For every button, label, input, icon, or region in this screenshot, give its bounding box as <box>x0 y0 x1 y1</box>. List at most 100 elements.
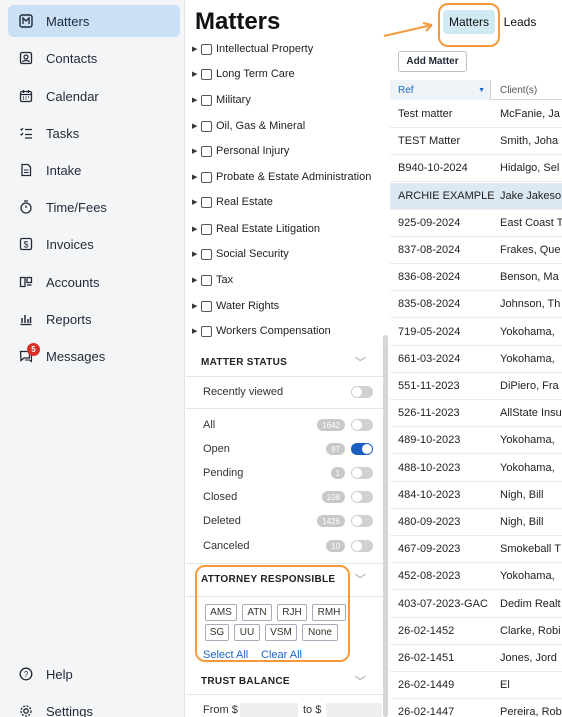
practice-area-item[interactable]: ▶ Oil, Gas & Mineral <box>186 115 386 137</box>
practice-area-item[interactable]: ▶ Probate & Estate Administration <box>186 166 386 188</box>
tab-matters[interactable]: Matters <box>443 10 495 34</box>
attorney-chip-ams[interactable]: AMS <box>205 604 237 621</box>
attorney-chip-none[interactable]: None <box>302 624 338 641</box>
chevron-right-icon[interactable]: ▶ <box>192 276 199 284</box>
table-row[interactable]: 26-02-1449 El <box>390 672 562 700</box>
table-row[interactable]: 836-08-2024 Benson, Ma <box>390 264 562 292</box>
clear-all-link[interactable]: Clear All <box>261 649 302 661</box>
chevron-right-icon[interactable]: ▶ <box>192 173 199 181</box>
trust-from-input[interactable] <box>240 703 298 717</box>
practice-area-item[interactable]: ▶ Water Rights <box>186 295 386 317</box>
sidebar-item-messages[interactable]: 5 Messages <box>8 340 180 372</box>
practice-area-item[interactable]: ▶ Real Estate <box>186 191 386 213</box>
status-toggle[interactable] <box>351 467 373 479</box>
practice-area-item[interactable]: ▶ Real Estate Litigation <box>186 218 386 240</box>
sidebar-item-intake[interactable]: Intake <box>8 154 180 186</box>
status-row-canceled[interactable]: Canceled 10 <box>203 537 373 555</box>
table-row[interactable]: 467-09-2023 Smokeball T <box>390 536 562 564</box>
sidebar-item-calendar[interactable]: Calendar <box>8 80 180 112</box>
sidebar-item-settings[interactable]: Settings <box>8 695 180 717</box>
sidebar-item-contacts[interactable]: Contacts <box>8 42 180 74</box>
checkbox[interactable] <box>201 325 212 337</box>
table-row[interactable]: 26-02-1451 Jones, Jord <box>390 645 562 672</box>
add-matter-button[interactable]: Add Matter <box>398 51 467 72</box>
filter-scrollbar[interactable] <box>383 335 388 717</box>
chevron-right-icon[interactable]: ▶ <box>192 122 199 130</box>
chevron-right-icon[interactable]: ▶ <box>192 225 199 233</box>
table-row[interactable]: 452-08-2023 Yokohama, <box>390 563 562 591</box>
table-row[interactable]: 489-10-2023 Yokohama, <box>390 427 562 455</box>
checkbox[interactable] <box>201 145 212 157</box>
practice-area-item[interactable]: ▶ Intellectual Property <box>186 42 386 60</box>
practice-area-item[interactable]: ▶ Personal Injury <box>186 140 386 162</box>
sidebar-item-tasks[interactable]: Tasks <box>8 117 180 149</box>
sidebar-item-help[interactable]: ? Help <box>8 658 180 690</box>
attorney-chip-uu[interactable]: UU <box>234 624 260 641</box>
table-row[interactable]: Test matter McFanie, Ja <box>390 101 562 128</box>
attorney-chip-sg[interactable]: SG <box>205 624 229 641</box>
column-header-clients[interactable]: Client(s) <box>491 80 537 100</box>
checkbox[interactable] <box>201 274 212 286</box>
checkbox[interactable] <box>201 223 212 235</box>
table-row[interactable]: 526-11-2023 AllState Insu <box>390 400 562 428</box>
status-toggle[interactable] <box>351 515 373 527</box>
table-row[interactable]: TEST Matter Smith, Joha <box>390 128 562 156</box>
table-row[interactable]: 835-08-2024 Johnson, Th <box>390 291 562 319</box>
select-all-link[interactable]: Select All <box>203 649 248 661</box>
attorney-chip-rjh[interactable]: RJH <box>277 604 307 621</box>
table-row[interactable]: 488-10-2023 Yokohama, <box>390 455 562 482</box>
table-row[interactable]: ARCHIE EXAMPLE Jake Jakeso <box>390 182 562 210</box>
status-row-closed[interactable]: Closed 108 <box>203 488 373 506</box>
chevron-right-icon[interactable]: ▶ <box>192 147 199 155</box>
chevron-right-icon[interactable]: ▶ <box>192 45 199 53</box>
sidebar-item-reports[interactable]: Reports <box>8 303 180 335</box>
status-row-deleted[interactable]: Deleted 1426 <box>203 512 373 530</box>
status-row-pending[interactable]: Pending 1 <box>203 464 373 482</box>
status-toggle[interactable] <box>351 443 373 455</box>
table-row[interactable]: B940-10-2024 Hidalgo, Sel <box>390 155 562 183</box>
status-toggle[interactable] <box>351 491 373 503</box>
status-row-all[interactable]: All 1642 <box>203 416 373 434</box>
table-row[interactable]: 403-07-2023-GAC Dedim Realt <box>390 591 562 618</box>
table-row[interactable]: 837-08-2024 Frakes, Que <box>390 237 562 264</box>
chevron-right-icon[interactable]: ▶ <box>192 327 199 335</box>
chevron-right-icon[interactable]: ▶ <box>192 250 199 258</box>
status-row-open[interactable]: Open 97 <box>203 440 373 458</box>
table-row[interactable]: 661-03-2024 Yokohama, <box>390 346 562 373</box>
trust-to-input[interactable] <box>326 703 382 717</box>
practice-area-item[interactable]: ▶ Workers Compensation <box>186 320 386 342</box>
checkbox[interactable] <box>201 94 212 106</box>
checkbox[interactable] <box>201 120 212 132</box>
status-toggle[interactable] <box>351 540 373 552</box>
column-header-ref[interactable]: Ref ▼ <box>390 80 491 100</box>
attorney-chip-atn[interactable]: ATN <box>242 604 272 621</box>
recently-viewed-toggle[interactable] <box>351 386 373 398</box>
attorney-responsible-header[interactable]: ATTORNEY RESPONSIBLE ﹀ <box>186 566 376 592</box>
checkbox[interactable] <box>201 196 212 208</box>
sidebar-item-invoices[interactable]: $ Invoices <box>8 228 180 260</box>
sidebar-item-accounts[interactable]: Accounts <box>8 266 180 298</box>
sidebar-item-time-fees[interactable]: Time/Fees <box>8 191 180 223</box>
matter-status-header[interactable]: MATTER STATUS ﹀ <box>186 349 376 375</box>
table-row[interactable]: 26-02-1452 Clarke, Robi <box>390 618 562 645</box>
table-row[interactable]: 925-09-2024 East Coast T <box>390 210 562 237</box>
table-row[interactable]: 26-02-1447 Pereira, Rob <box>390 699 562 717</box>
chevron-right-icon[interactable]: ▶ <box>192 198 199 206</box>
chevron-right-icon[interactable]: ▶ <box>192 302 199 310</box>
checkbox[interactable] <box>201 43 212 55</box>
checkbox[interactable] <box>201 68 212 80</box>
tab-leads[interactable]: Leads <box>500 10 540 34</box>
attorney-chip-vsm[interactable]: VSM <box>265 624 297 641</box>
practice-area-item[interactable]: ▶ Social Security <box>186 243 386 265</box>
sidebar-item-matters[interactable]: Matters <box>8 5 180 37</box>
table-row[interactable]: 480-09-2023 Nigh, Bill <box>390 509 562 536</box>
table-row[interactable]: 719-05-2024 Yokohama, <box>390 319 562 346</box>
checkbox[interactable] <box>201 300 212 312</box>
table-row[interactable]: 551-11-2023 DiPiero, Fra <box>390 373 562 400</box>
attorney-chip-rmh[interactable]: RMH <box>312 604 346 621</box>
practice-area-item[interactable]: ▶ Long Term Care <box>186 63 386 85</box>
checkbox[interactable] <box>201 248 212 260</box>
trust-balance-header[interactable]: TRUST BALANCE ﹀ <box>186 668 376 694</box>
table-row[interactable]: 484-10-2023 Nigh, Bill <box>390 482 562 509</box>
chevron-right-icon[interactable]: ▶ <box>192 70 199 78</box>
